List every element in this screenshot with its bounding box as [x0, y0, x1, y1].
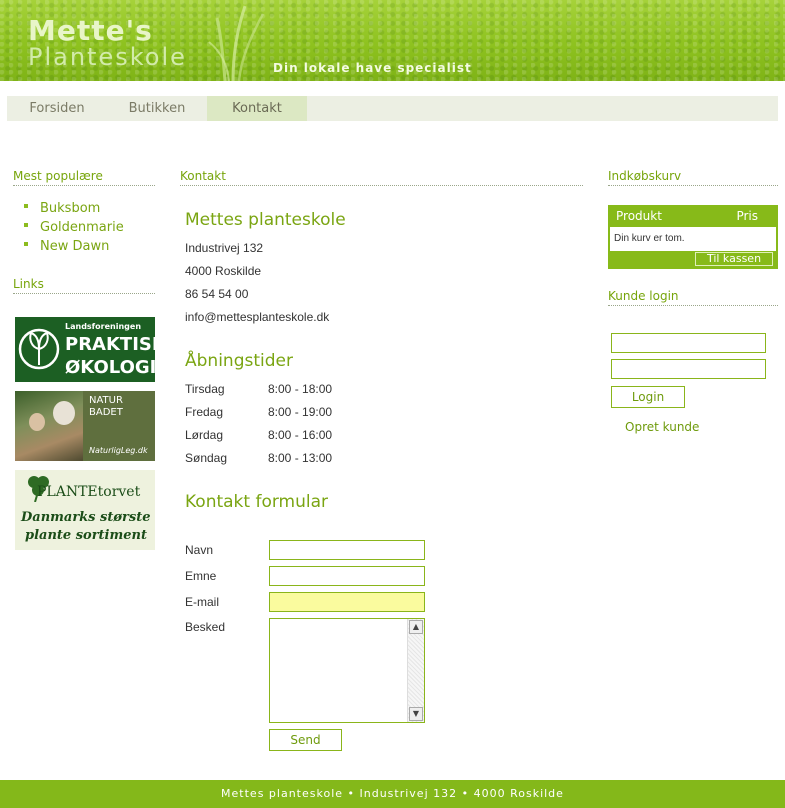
email-address: info@mettesplanteskole.dk	[185, 310, 330, 324]
cart-col-product: Produkt	[616, 209, 662, 223]
popular-list: Buksbom Goldenmarie New Dawn	[24, 201, 124, 258]
banner-line: NaturligLeg.dk	[89, 446, 148, 455]
login-button[interactable]: Login	[611, 386, 685, 408]
phone: 86 54 54 00	[185, 287, 249, 301]
scroll-down-icon[interactable]: ▼	[409, 707, 423, 721]
links-heading: Links	[13, 278, 155, 294]
hours-row: Tirsdag 8:00 - 18:00	[185, 382, 333, 396]
popular-heading: Mest populære	[13, 170, 155, 186]
logo-subtitle: Planteskole	[28, 43, 187, 71]
email-field[interactable]	[269, 592, 425, 612]
banner-line: Danmarks største	[21, 510, 151, 525]
banner-line: NATUR	[89, 395, 123, 406]
nav-item-butikken[interactable]: Butikken	[107, 96, 207, 121]
email-label: E-mail	[185, 595, 220, 609]
subject-field[interactable]	[269, 566, 425, 586]
main-nav: Forsiden Butikken Kontakt	[7, 96, 778, 121]
scroll-up-icon[interactable]: ▲	[409, 620, 423, 634]
address-line: Industrivej 132	[185, 241, 264, 255]
checkout-button[interactable]: Til kassen	[695, 252, 773, 266]
address-line: 4000 Roskilde	[185, 264, 262, 278]
bullet-icon	[24, 204, 28, 208]
name-field[interactable]	[269, 540, 425, 560]
banner-line: PLANTEtorvet	[37, 484, 141, 500]
banner-praktisk-okologi[interactable]: Landsforeningen PRAKTISK ØKOLOGI	[15, 317, 155, 382]
banner-line: PRAKTISK	[65, 334, 155, 355]
person-icon	[29, 413, 45, 431]
name-label: Navn	[185, 543, 214, 557]
hours-row: Søndag 8:00 - 13:00	[185, 451, 333, 465]
message-label: Besked	[185, 620, 226, 634]
person-icon	[53, 401, 75, 425]
tagline: Din lokale have specialist	[273, 61, 472, 75]
send-button[interactable]: Send	[269, 729, 342, 751]
nav-item-kontakt[interactable]: Kontakt	[207, 96, 307, 121]
banner-photo	[15, 391, 83, 461]
cart-col-price: Pris	[736, 209, 758, 223]
list-item[interactable]: Goldenmarie	[24, 220, 124, 239]
username-field[interactable]	[611, 333, 766, 353]
site-header: Mette's Planteskole Din lokale have spec…	[0, 0, 785, 81]
form-heading: Kontakt formular	[185, 492, 329, 512]
list-item[interactable]: Buksbom	[24, 201, 124, 220]
banner-line: ØKOLOGI	[65, 357, 155, 378]
list-item[interactable]: New Dawn	[24, 239, 124, 258]
banner-naturbadet[interactable]: NATUR BADET NaturligLeg.dk	[15, 391, 155, 461]
bullet-icon	[24, 223, 28, 227]
hours-row: Fredag 8:00 - 19:00	[185, 405, 333, 419]
nav-item-forsiden[interactable]: Forsiden	[7, 96, 107, 121]
company-name: Mettes planteskole	[185, 210, 346, 230]
message-textarea[interactable]: ▲ ▼	[269, 618, 425, 723]
banner-plantetorvet[interactable]: PLANTEtorvet Danmarks største plante sor…	[15, 470, 155, 550]
login-heading: Kunde login	[608, 290, 778, 306]
banner-line: plante sortiment	[25, 528, 147, 543]
hours-heading: Åbningstider	[185, 351, 293, 371]
bullet-icon	[24, 242, 28, 246]
cart-empty-text: Din kurv er tom.	[610, 227, 776, 251]
cart-header: Produkt Pris	[608, 205, 778, 227]
scrollbar[interactable]: ▲ ▼	[407, 619, 424, 722]
leaf-logo-icon	[18, 328, 60, 370]
subject-label: Emne	[185, 569, 217, 583]
cart-heading: Indkøbskurv	[608, 170, 778, 186]
create-customer-link[interactable]: Opret kunde	[625, 420, 699, 434]
password-field[interactable]	[611, 359, 766, 379]
site-footer: Mettes planteskole • Industrivej 132 • 4…	[0, 780, 785, 808]
hours-row: Lørdag 8:00 - 16:00	[185, 428, 333, 442]
banner-line: BADET	[89, 407, 123, 418]
banner-line: Landsforeningen	[65, 322, 142, 331]
main-section-heading: Kontakt	[180, 170, 583, 186]
cart-box: Produkt Pris Din kurv er tom. Til kassen	[608, 205, 778, 269]
